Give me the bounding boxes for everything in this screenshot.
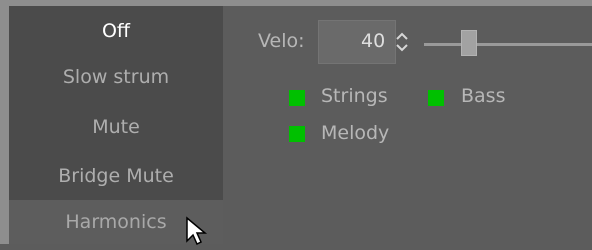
menu-item-bridge-mute[interactable]: Bridge Mute	[9, 151, 223, 201]
strings-checkbox[interactable]	[289, 90, 305, 106]
left-border	[0, 0, 9, 244]
menu-item-slow-strum[interactable]: Slow strum	[9, 52, 223, 102]
melody-label: Melody	[321, 122, 390, 144]
strings-label: Strings	[321, 85, 388, 107]
velo-value[interactable]: 40	[361, 30, 385, 52]
settings-panel: Velo: 40 Strings Bass Melody	[223, 6, 592, 244]
bass-label: Bass	[461, 85, 506, 107]
mode-menu: Off Slow strum Mute Bridge Mute Harmonic…	[9, 6, 223, 244]
mouse-pointer-icon	[184, 216, 214, 246]
menu-item-off[interactable]: Off	[9, 6, 223, 56]
menu-item-mute[interactable]: Mute	[9, 102, 223, 152]
velo-label: Velo:	[258, 30, 305, 52]
spin-up-down-icon[interactable]	[394, 30, 410, 54]
arpeggio-panel: Off Slow strum Mute Bridge Mute Harmonic…	[0, 0, 592, 246]
bass-checkbox[interactable]	[428, 90, 444, 106]
melody-checkbox[interactable]	[289, 126, 305, 142]
velo-slider-track[interactable]	[424, 43, 592, 46]
velo-slider-thumb[interactable]	[461, 30, 478, 56]
